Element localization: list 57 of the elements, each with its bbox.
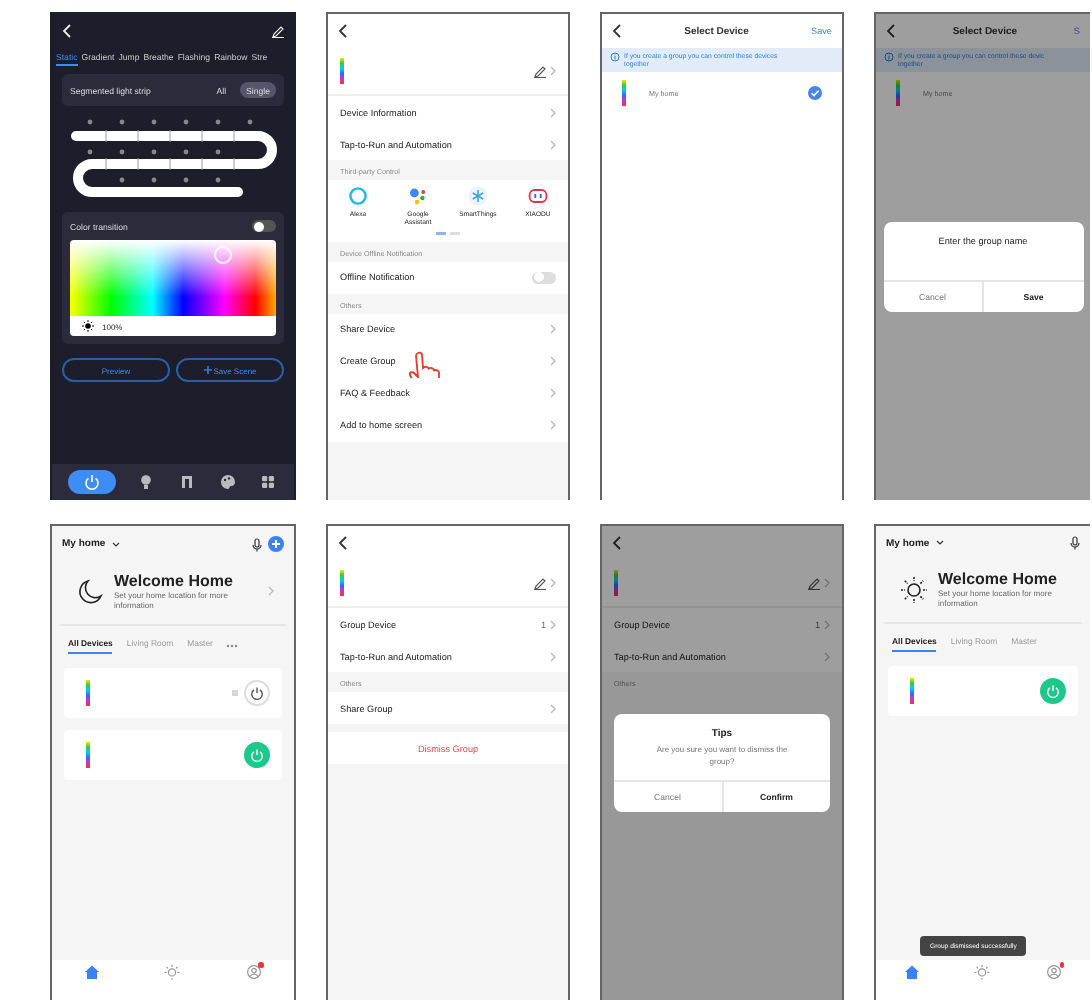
grid-nav-icon[interactable]	[257, 472, 278, 492]
chevron-right-icon	[824, 578, 830, 588]
home-nav-icon[interactable]	[903, 964, 920, 980]
me-nav-icon[interactable]	[1046, 964, 1063, 980]
chevron-right-icon	[550, 651, 556, 661]
chevron-right-icon	[824, 651, 830, 661]
scene-nav-icon[interactable]	[974, 964, 991, 980]
page-indicator	[436, 232, 460, 235]
microphone-icon[interactable]	[252, 537, 262, 551]
back-icon[interactable]	[886, 24, 896, 38]
moon-icon	[76, 577, 104, 606]
chevron-right-icon	[550, 420, 556, 430]
color-picker[interactable]	[70, 240, 276, 316]
power-icon	[250, 747, 264, 762]
robot-logo-icon[interactable]	[528, 186, 548, 206]
me-nav-icon[interactable]	[245, 964, 262, 980]
chevron-right-icon	[550, 139, 556, 149]
chevron-right-icon	[550, 356, 556, 366]
plus-icon	[203, 366, 212, 374]
microphone-icon[interactable]	[1070, 536, 1080, 550]
toggle-switch[interactable]	[532, 271, 556, 283]
edit-icon[interactable]	[534, 65, 546, 77]
welcome-title: Welcome Home	[114, 572, 235, 590]
welcome-title: Welcome Home	[938, 570, 1059, 588]
chevron-right-icon	[550, 619, 556, 629]
power-icon	[1046, 683, 1060, 698]
palette-nav-icon[interactable]	[217, 472, 238, 492]
back-icon[interactable]	[612, 24, 622, 38]
chevron-right-icon	[550, 388, 556, 398]
toggle-switch[interactable]	[252, 220, 276, 232]
chevron-right-icon	[550, 703, 556, 713]
back-icon[interactable]	[338, 536, 348, 550]
check-icon[interactable]	[808, 86, 822, 100]
info-icon	[610, 52, 620, 62]
bulb-nav-icon[interactable]	[136, 472, 157, 492]
chevron-right-icon	[550, 66, 556, 76]
chevron-right-icon	[550, 107, 556, 117]
more-icon[interactable]	[226, 643, 239, 648]
back-icon[interactable]	[338, 24, 348, 38]
back-icon[interactable]	[612, 536, 622, 550]
home-nav-icon[interactable]	[84, 964, 101, 980]
edit-icon[interactable]	[534, 577, 546, 589]
chevron-right-icon	[824, 619, 830, 629]
power-nav-icon[interactable]	[68, 470, 117, 494]
dots-logo-icon[interactable]	[408, 186, 428, 206]
scene-nav-icon[interactable]	[164, 964, 181, 980]
power-icon	[250, 685, 264, 700]
caret-icon[interactable]	[935, 540, 944, 546]
brightness-icon	[82, 320, 94, 332]
caret-icon[interactable]	[111, 541, 120, 547]
chevron-right-icon	[550, 324, 556, 334]
power-button[interactable]	[244, 679, 270, 706]
sun-icon	[900, 575, 928, 604]
snowflake-logo-icon[interactable]	[468, 186, 488, 206]
chevron-right-icon	[550, 578, 556, 588]
info-icon	[884, 52, 894, 62]
add-icon[interactable]	[268, 536, 284, 552]
